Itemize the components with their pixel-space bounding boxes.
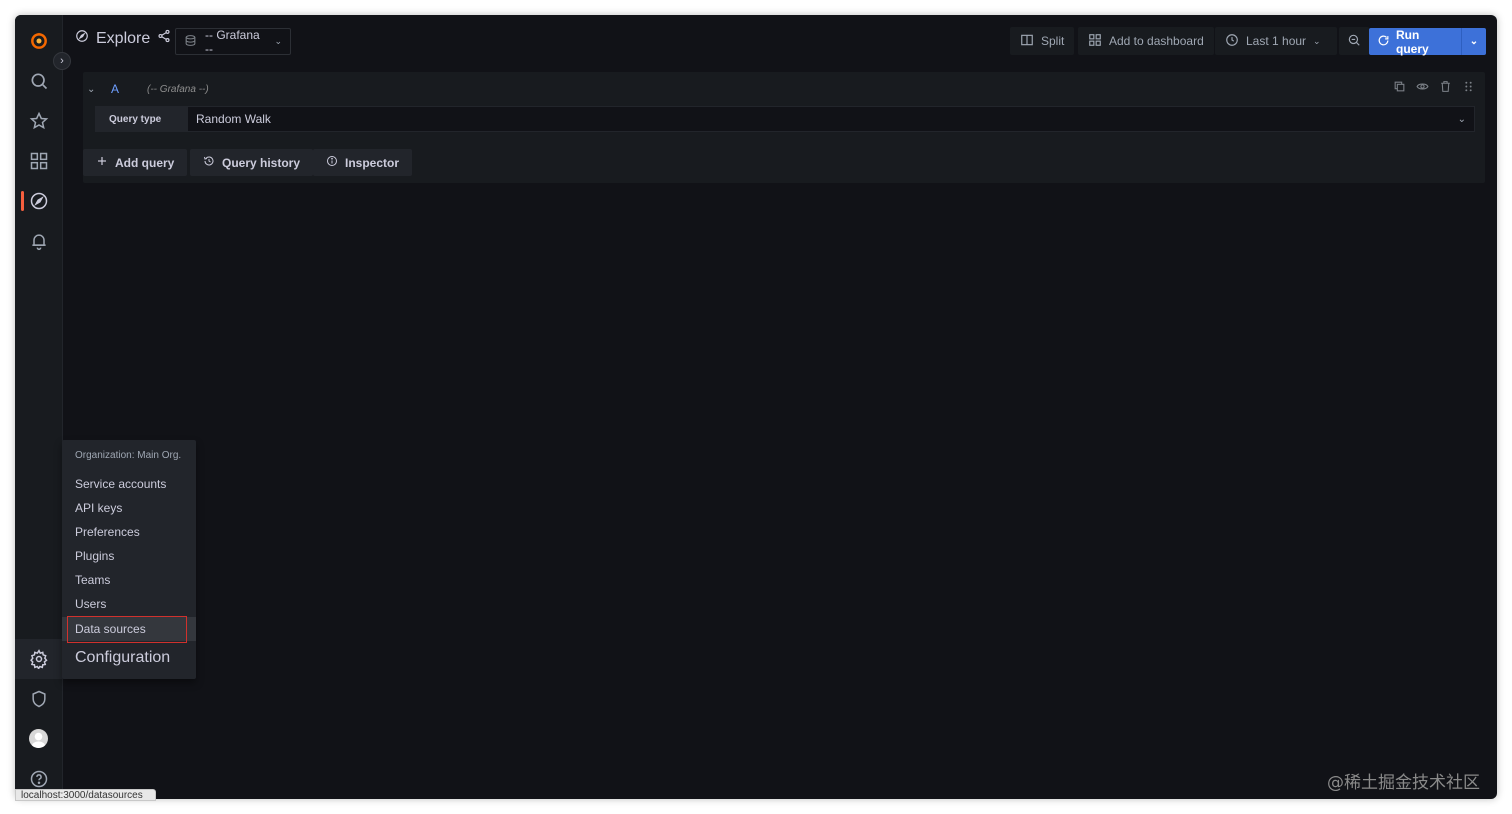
page-title-text: Explore: [96, 29, 151, 47]
split-icon: [1020, 33, 1034, 50]
menu-item-service-accounts[interactable]: Service accounts: [75, 474, 195, 494]
time-range-label: Last 1 hour: [1246, 34, 1307, 48]
eye-icon[interactable]: [1416, 80, 1429, 98]
menu-section-title[interactable]: Configuration: [75, 649, 170, 667]
run-query-button[interactable]: Run query ⌄: [1369, 27, 1486, 56]
run-query-main[interactable]: Run query: [1369, 27, 1462, 56]
star-icon[interactable]: [25, 107, 53, 135]
info-icon: [326, 155, 338, 170]
run-query-options-icon[interactable]: ⌄: [1462, 36, 1486, 47]
chevron-down-icon: ⌄: [274, 36, 282, 46]
time-range-picker[interactable]: Last 1 hour ⌄: [1215, 27, 1337, 55]
active-nav-indicator: [21, 191, 24, 211]
status-bar-url: localhost:3000/datasources: [15, 789, 156, 801]
menu-item-users[interactable]: Users: [75, 594, 195, 614]
inspector-label: Inspector: [345, 155, 400, 170]
annotation-highlight-box: [67, 616, 187, 643]
menu-item-preferences[interactable]: Preferences: [75, 522, 195, 542]
shield-icon[interactable]: [25, 685, 53, 713]
menu-organization-label: Organization: Main Org.: [75, 450, 182, 461]
query-datasource-hint: (-- Grafana --): [147, 83, 209, 95]
trash-icon[interactable]: [1439, 80, 1452, 98]
top-bar: Explore -- Grafana -- ⌄ Split Add to das…: [63, 15, 1497, 67]
inspector-button[interactable]: Inspector: [313, 149, 413, 176]
split-label: Split: [1041, 34, 1065, 48]
split-button[interactable]: Split: [1010, 27, 1075, 55]
clock-icon: [1225, 33, 1239, 50]
configuration-menu: Organization: Main Org. Service accounts…: [62, 440, 196, 679]
history-icon: [203, 155, 215, 170]
watermark: @稀土掘金技术社区: [1327, 773, 1480, 793]
copy-icon[interactable]: [1393, 80, 1406, 98]
plus-icon: [96, 155, 108, 170]
zoom-out-icon: [1347, 33, 1361, 50]
query-type-value: Random Walk: [196, 112, 271, 126]
sidebar: ›: [15, 15, 71, 799]
zoom-out-button[interactable]: [1339, 27, 1369, 55]
menu-item-plugins[interactable]: Plugins: [75, 546, 195, 566]
query-history-label: Query history: [222, 155, 301, 170]
explore-icon: [75, 29, 89, 48]
drag-handle-icon[interactable]: [1462, 80, 1475, 98]
query-row-actions: [1393, 80, 1475, 98]
query-type-label: Query type: [95, 106, 191, 132]
query-ref-id[interactable]: A: [111, 82, 119, 96]
refresh-icon: [1377, 34, 1390, 50]
grafana-window: › Explore -- Grafana -- ⌄ Split Add to d…: [15, 15, 1497, 799]
menu-item-teams[interactable]: Teams: [75, 570, 195, 590]
apps-icon: [1088, 33, 1102, 50]
gear-icon[interactable]: [25, 645, 53, 673]
query-history-button[interactable]: Query history: [190, 149, 314, 176]
run-query-label: Run query: [1396, 27, 1429, 56]
grafana-logo-icon[interactable]: [25, 27, 53, 55]
add-to-dashboard-button[interactable]: Add to dashboard: [1078, 27, 1214, 55]
add-query-button[interactable]: Add query: [83, 149, 188, 176]
share-icon[interactable]: [157, 29, 171, 48]
dashboards-icon[interactable]: [25, 147, 53, 175]
explore-compass-icon[interactable]: [25, 187, 53, 215]
menu-item-api-keys[interactable]: API keys: [75, 498, 195, 518]
query-type-select[interactable]: Random Walk ⌄: [187, 106, 1475, 132]
search-icon[interactable]: [25, 67, 53, 95]
avatar[interactable]: [29, 729, 48, 748]
database-icon: [184, 34, 197, 50]
chevron-down-icon: ⌄: [1457, 113, 1466, 125]
query-row-header: ⌄ A (-- Grafana --): [87, 78, 1481, 100]
add-to-dashboard-label: Add to dashboard: [1109, 34, 1204, 48]
collapse-chevron-icon[interactable]: ⌄: [87, 84, 101, 95]
chevron-down-icon: ⌄: [1313, 35, 1321, 46]
query-editor-panel: ⌄ A (-- Grafana --) Query type Random Wa…: [83, 72, 1485, 183]
page-title: Explore: [75, 29, 171, 48]
add-query-label: Add query: [115, 155, 175, 170]
datasource-name: -- Grafana --: [205, 27, 260, 56]
bell-icon[interactable]: [25, 227, 53, 255]
datasource-picker[interactable]: -- Grafana -- ⌄: [175, 27, 291, 56]
